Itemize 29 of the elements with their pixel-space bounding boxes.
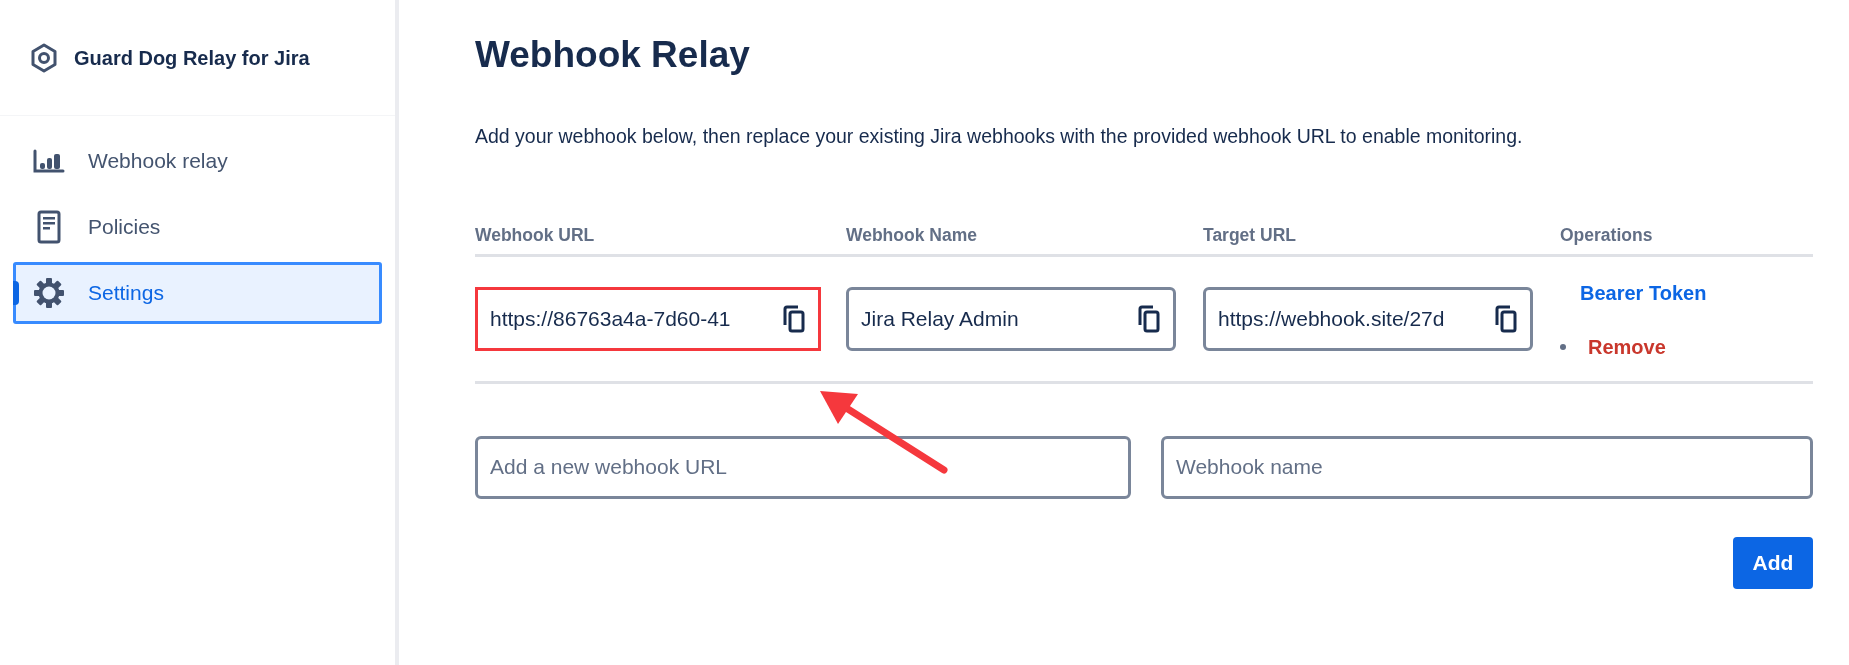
webhook-name-input[interactable]: Webhook name [1161, 435, 1813, 499]
sidebar-item[interactable]: Policies [13, 196, 382, 258]
page-title: Webhook Relay [475, 33, 750, 77]
sidebar-label: Webhook relay [88, 148, 228, 175]
copy-field[interactable]: https://webhook.site/27d [1203, 286, 1533, 351]
copy-icon[interactable] [1137, 304, 1161, 333]
hexagon-icon [30, 42, 58, 73]
app-title: Guard Dog Relay for Jira [74, 45, 310, 71]
copy-field[interactable]: Jira Relay Admin [846, 286, 1176, 351]
column-header: Operations [1560, 224, 1653, 245]
settings-icon [33, 277, 65, 309]
column-header: Webhook Name [846, 224, 977, 245]
active-indicator [13, 281, 19, 305]
page-description: Add your webhook below, then replace your existing Jira webhooks with the provided webhook URL to enable monitoring. [475, 124, 1523, 150]
sidebar-label: Settings [88, 280, 164, 307]
copy-field[interactable]: https://86763a4a-7d60-41 [475, 286, 821, 351]
document-icon [37, 210, 61, 244]
sidebar-label: Policies [88, 214, 161, 241]
copy-icon[interactable] [782, 304, 806, 333]
bar-chart-icon [33, 149, 65, 173]
bearer-token-link[interactable]: Bearer Token [1580, 277, 1707, 308]
sidebar-item[interactable]: Settings [13, 262, 382, 324]
webhook-url-input[interactable]: Add a new webhook URL [475, 435, 1131, 499]
column-header: Webhook URL [475, 224, 595, 245]
copy-icon[interactable] [1494, 304, 1518, 333]
remove-link[interactable]: Remove [1588, 331, 1666, 362]
column-header: Target URL [1203, 224, 1296, 245]
add-button[interactable]: Add [1733, 536, 1813, 589]
sidebar-item[interactable]: Webhook relay [13, 130, 382, 192]
